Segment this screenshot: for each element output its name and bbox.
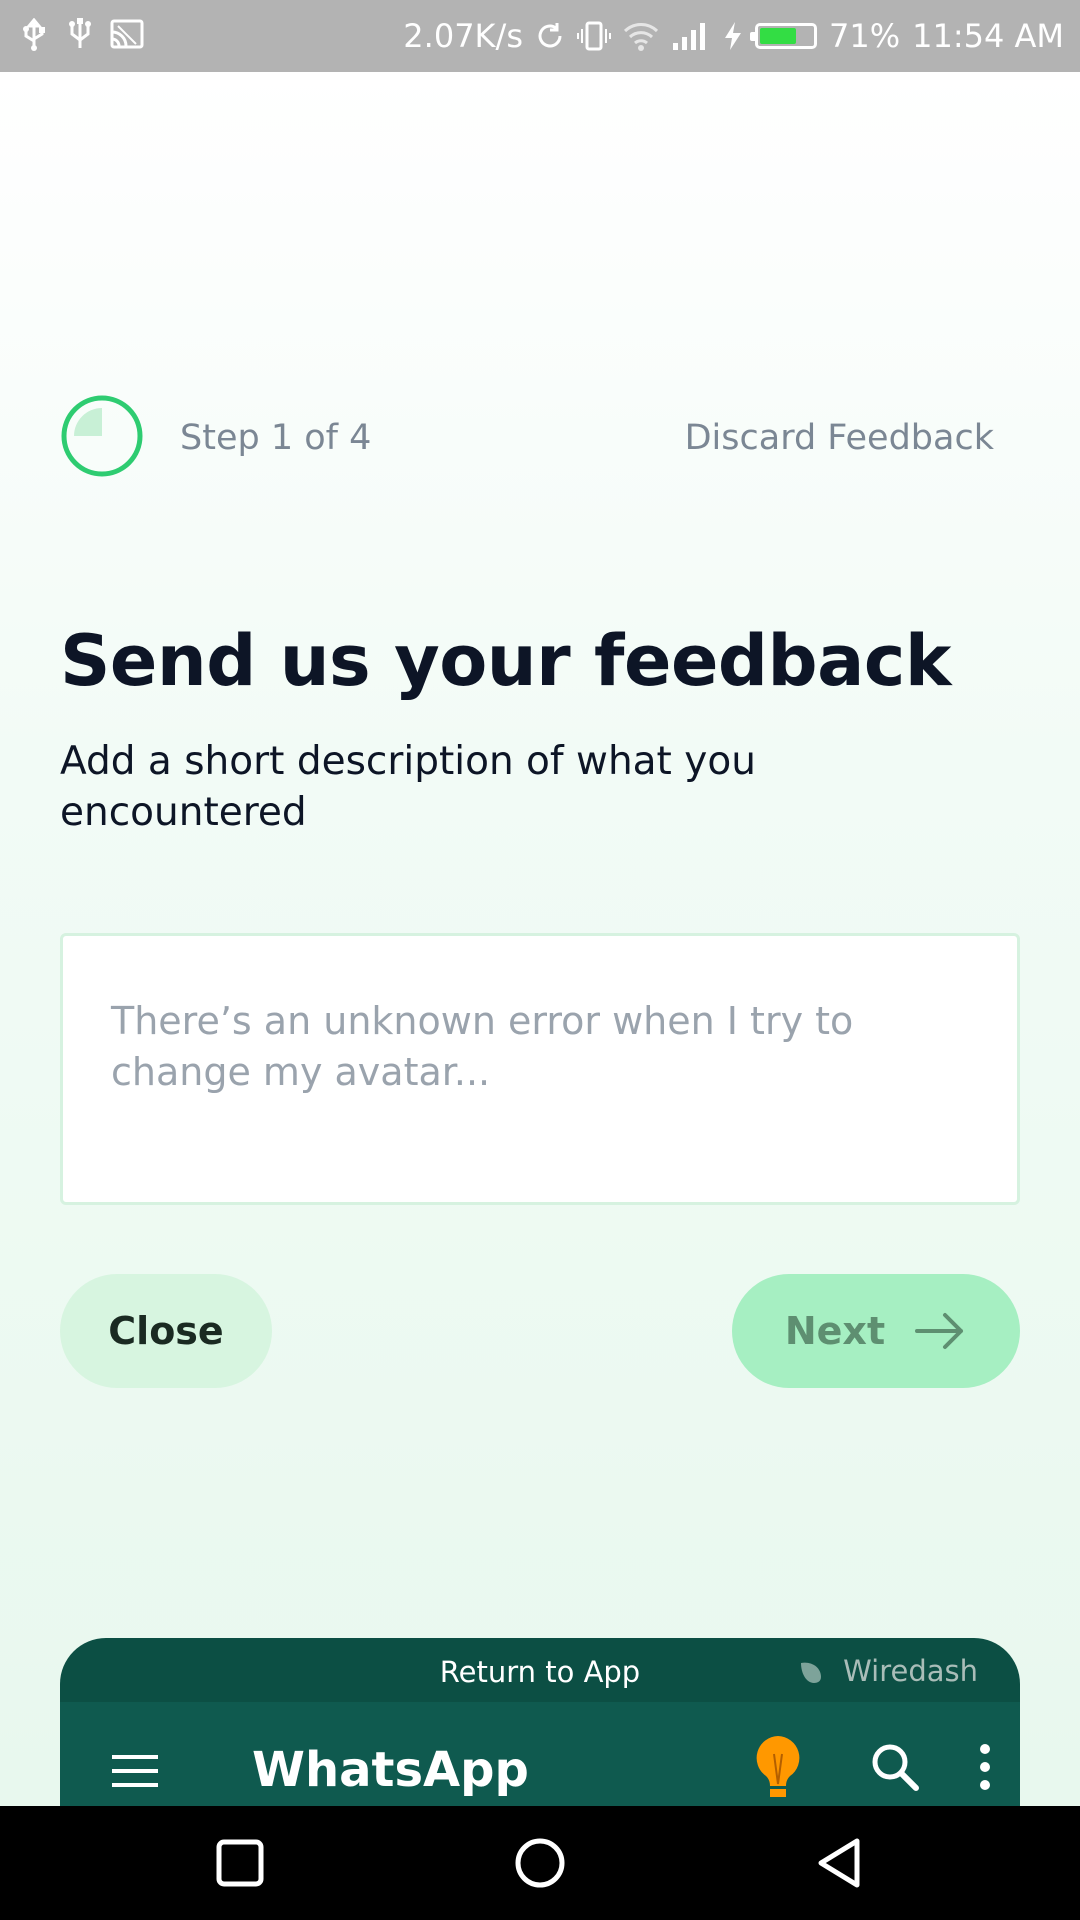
home-button[interactable] bbox=[513, 1836, 567, 1890]
sync-icon bbox=[538, 23, 562, 48]
usb-icon bbox=[69, 18, 91, 48]
network-speed: 2.07K/s bbox=[403, 17, 523, 55]
app-toolbar: WhatsApp bbox=[60, 1702, 1020, 1806]
more-vert-icon[interactable] bbox=[978, 1742, 992, 1792]
next-button-label: Next bbox=[784, 1309, 886, 1353]
app-preview[interactable]: Return to App Wiredash WhatsApp bbox=[60, 1638, 1020, 1806]
status-left-icons bbox=[18, 18, 144, 52]
feedback-sheet: Step 1 of 4 Discard Feedback Send us you… bbox=[0, 72, 1080, 1806]
menu-icon[interactable] bbox=[110, 1754, 160, 1788]
next-button[interactable]: Next bbox=[732, 1274, 1020, 1388]
wiredash-brand: Wiredash bbox=[797, 1654, 978, 1688]
usb-icon bbox=[23, 18, 45, 51]
vibrate-icon bbox=[576, 21, 611, 51]
page-title: Send us your feedback bbox=[60, 620, 951, 702]
cast-icon bbox=[110, 19, 144, 49]
feedback-description-input[interactable] bbox=[60, 933, 1020, 1205]
step-progress-ring bbox=[61, 395, 143, 477]
clock: 11:54 AM bbox=[912, 17, 1064, 55]
charging-icon bbox=[724, 22, 741, 50]
wiredash-logo-icon bbox=[801, 1662, 822, 1683]
system-nav-bar bbox=[0, 1806, 1080, 1920]
battery-icon bbox=[749, 23, 817, 49]
step-label: Step 1 of 4 bbox=[180, 418, 372, 458]
recents-button[interactable] bbox=[213, 1836, 267, 1890]
wifi-icon bbox=[623, 23, 659, 51]
signal-icon bbox=[672, 23, 705, 50]
search-icon[interactable] bbox=[870, 1742, 920, 1792]
battery-percent: 71% bbox=[828, 17, 901, 55]
page-subtitle: Add a short description of what you enco… bbox=[60, 739, 756, 835]
arrow-right-icon bbox=[915, 1313, 964, 1349]
status-right: 2.07K/s 71% 11:54 AM bbox=[403, 0, 1064, 72]
wiredash-label: Wiredash bbox=[843, 1654, 978, 1688]
return-bar: Return to App Wiredash bbox=[60, 1638, 1020, 1702]
step-progress-fill bbox=[74, 408, 102, 436]
battery-fill bbox=[759, 28, 796, 44]
close-button[interactable]: Close bbox=[60, 1274, 272, 1388]
lightbulb-icon[interactable] bbox=[754, 1734, 802, 1806]
discard-feedback-button[interactable]: Discard Feedback bbox=[685, 418, 994, 458]
app-title: WhatsApp bbox=[252, 1742, 529, 1798]
status-bar: 2.07K/s 71% 11:54 AM bbox=[0, 0, 1080, 72]
back-button[interactable] bbox=[813, 1836, 867, 1890]
